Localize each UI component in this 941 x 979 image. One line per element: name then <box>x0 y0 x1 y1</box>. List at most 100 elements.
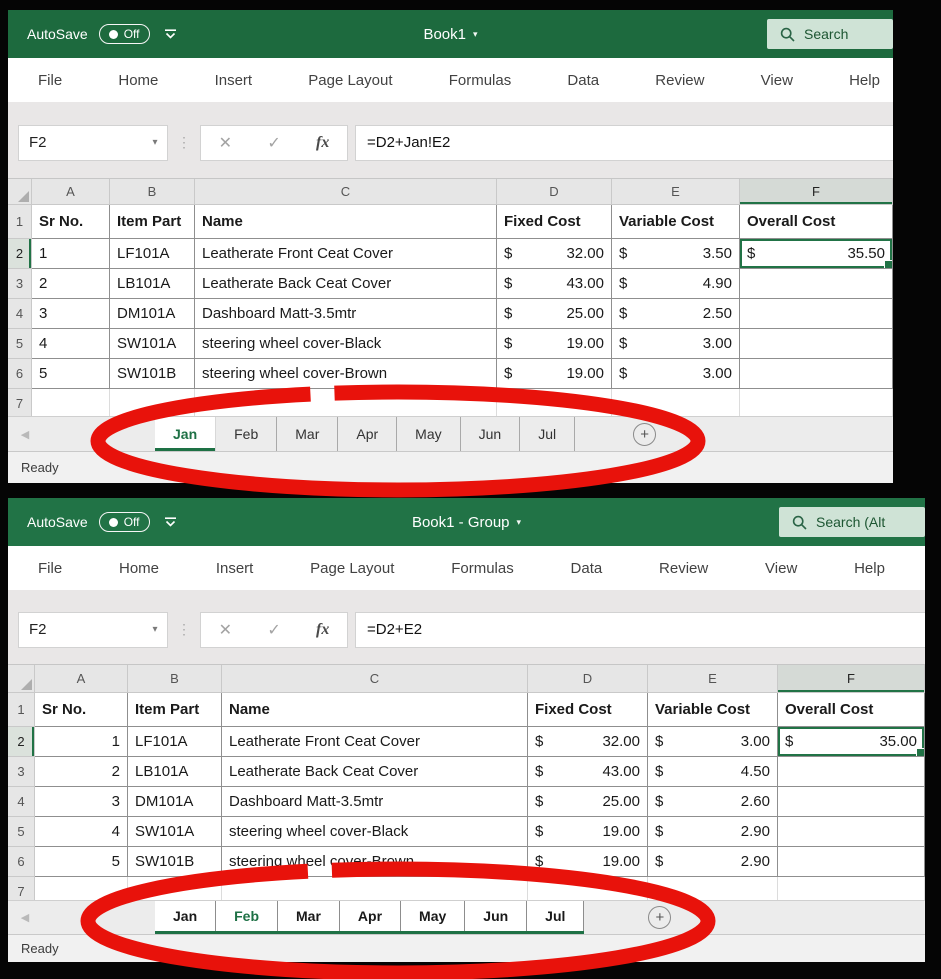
name-box-caret-icon[interactable]: ▾ <box>143 137 167 148</box>
sheet-tab-jun[interactable]: Jun <box>465 901 527 931</box>
cell-f4[interactable] <box>740 299 893 329</box>
formula-input[interactable]: =D2+E2 <box>355 612 925 648</box>
cell-d6[interactable]: $19.00 <box>497 359 612 389</box>
cell-b6[interactable]: SW101B <box>110 359 195 389</box>
window-title[interactable]: Book1 ▾ <box>423 26 477 43</box>
cell-b7[interactable] <box>128 877 222 900</box>
cell-d1[interactable]: Fixed Cost <box>528 693 648 727</box>
cell-e7[interactable] <box>648 877 778 900</box>
column-header-f[interactable]: F <box>778 665 925 693</box>
cell-d7[interactable] <box>497 389 612 416</box>
search-box[interactable]: Search (Alt <box>779 507 925 537</box>
tab-file[interactable]: File <box>38 560 62 577</box>
row-header-1[interactable]: 1 <box>8 693 35 727</box>
cell-a4[interactable]: 3 <box>35 787 128 817</box>
cell-a7[interactable] <box>32 389 110 416</box>
sheet-tab-jan[interactable]: Jan <box>155 417 216 451</box>
cell-d5[interactable]: $19.00 <box>497 329 612 359</box>
cell-e2[interactable]: $3.50 <box>612 239 740 269</box>
cell-c7[interactable] <box>195 389 497 416</box>
tab-file[interactable]: File <box>38 72 62 89</box>
row-header-4[interactable]: 4 <box>8 299 32 329</box>
cell-d7[interactable] <box>528 877 648 900</box>
cell-d1[interactable]: Fixed Cost <box>497 205 612 239</box>
tab-view[interactable]: View <box>761 72 793 89</box>
row-header-6[interactable]: 6 <box>8 359 32 389</box>
cell-f5[interactable] <box>778 817 925 847</box>
cell-e6[interactable]: $3.00 <box>612 359 740 389</box>
cell-e5[interactable]: $3.00 <box>612 329 740 359</box>
quick-access-chevron-icon[interactable] <box>164 517 177 527</box>
cell-a2[interactable]: 1 <box>32 239 110 269</box>
enter-icon[interactable]: ✓ <box>267 133 280 153</box>
cell-a3[interactable]: 2 <box>35 757 128 787</box>
cell-c4[interactable]: Dashboard Matt-3.5mtr <box>222 787 528 817</box>
cell-c1[interactable]: Name <box>195 205 497 239</box>
cell-b5[interactable]: SW101A <box>110 329 195 359</box>
sheet-tab-apr[interactable]: Apr <box>338 417 397 451</box>
tab-insert[interactable]: Insert <box>215 72 253 89</box>
cell-b1[interactable]: Item Part <box>128 693 222 727</box>
column-header-d[interactable]: D <box>497 179 612 205</box>
column-header-b[interactable]: B <box>110 179 195 205</box>
cell-a2[interactable]: 1 <box>35 727 128 757</box>
cell-a4[interactable]: 3 <box>32 299 110 329</box>
cell-f1[interactable]: Overall Cost <box>740 205 893 239</box>
cell-d3[interactable]: $43.00 <box>528 757 648 787</box>
cell-e4[interactable]: $2.60 <box>648 787 778 817</box>
cell-b3[interactable]: LB101A <box>128 757 222 787</box>
insert-function-icon[interactable]: fx <box>316 621 329 639</box>
cell-f7[interactable] <box>740 389 893 416</box>
cell-c2[interactable]: Leatherate Front Ceat Cover <box>222 727 528 757</box>
cell-e2[interactable]: $3.00 <box>648 727 778 757</box>
cell-b6[interactable]: SW101B <box>128 847 222 877</box>
cell-e3[interactable]: $4.50 <box>648 757 778 787</box>
name-box[interactable]: F2 ▾ <box>18 612 168 648</box>
row-header-2[interactable]: 2 <box>8 727 35 757</box>
tab-insert[interactable]: Insert <box>216 560 254 577</box>
cell-f6[interactable] <box>740 359 893 389</box>
row-header-3[interactable]: 3 <box>8 269 32 299</box>
sheet-tab-feb[interactable]: Feb <box>216 417 277 451</box>
row-header-7[interactable]: 7 <box>8 389 32 416</box>
cell-a3[interactable]: 2 <box>32 269 110 299</box>
sheet-tab-feb[interactable]: Feb <box>216 901 278 931</box>
formula-input[interactable]: =D2+Jan!E2 <box>355 125 893 161</box>
sheet-tab-jan[interactable]: Jan <box>155 901 216 931</box>
cell-f3[interactable] <box>778 757 925 787</box>
cancel-icon[interactable]: ✕ <box>219 133 232 153</box>
column-header-c[interactable]: C <box>222 665 528 693</box>
row-header-1[interactable]: 1 <box>8 205 32 239</box>
cell-c5[interactable]: steering wheel cover-Black <box>222 817 528 847</box>
cell-b4[interactable]: DM101A <box>110 299 195 329</box>
row-header-7[interactable]: 7 <box>8 877 35 900</box>
autosave-toggle[interactable]: Off <box>99 512 150 532</box>
row-header-3[interactable]: 3 <box>8 757 35 787</box>
cell-e1[interactable]: Variable Cost <box>648 693 778 727</box>
tab-home[interactable]: Home <box>119 560 159 577</box>
cell-e5[interactable]: $2.90 <box>648 817 778 847</box>
new-sheet-button[interactable]: + <box>633 423 656 446</box>
cell-f3[interactable] <box>740 269 893 299</box>
sheet-tab-mar[interactable]: Mar <box>278 901 340 931</box>
column-header-b[interactable]: B <box>128 665 222 693</box>
new-sheet-button[interactable]: + <box>648 906 671 929</box>
tab-view[interactable]: View <box>765 560 797 577</box>
search-box[interactable]: Search <box>767 19 893 49</box>
cell-c3[interactable]: Leatherate Back Ceat Cover <box>222 757 528 787</box>
cell-c2[interactable]: Leatherate Front Ceat Cover <box>195 239 497 269</box>
tab-formulas[interactable]: Formulas <box>449 72 512 89</box>
sheet-tab-may[interactable]: May <box>401 901 465 931</box>
cancel-icon[interactable]: ✕ <box>219 620 232 640</box>
tab-help[interactable]: Help <box>849 72 880 89</box>
cell-f7[interactable] <box>778 877 925 900</box>
cell-e6[interactable]: $2.90 <box>648 847 778 877</box>
cell-a1[interactable]: Sr No. <box>35 693 128 727</box>
cell-a5[interactable]: 4 <box>35 817 128 847</box>
window-title[interactable]: Book1 - Group ▾ <box>412 514 521 531</box>
tab-help[interactable]: Help <box>854 560 885 577</box>
tab-page-layout[interactable]: Page Layout <box>308 72 392 89</box>
cell-d4[interactable]: $25.00 <box>528 787 648 817</box>
cell-a1[interactable]: Sr No. <box>32 205 110 239</box>
column-header-a[interactable]: A <box>32 179 110 205</box>
